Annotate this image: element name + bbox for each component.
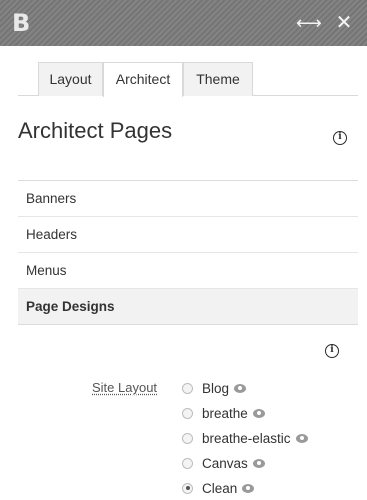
- tab-theme[interactable]: Theme: [183, 62, 253, 96]
- info-icon[interactable]: i: [333, 131, 347, 145]
- menu-item-banners[interactable]: Banners: [18, 181, 358, 217]
- menu-item-headers[interactable]: Headers: [18, 217, 358, 253]
- info-icon[interactable]: i: [325, 344, 339, 358]
- site-layout-label: Site Layout: [92, 380, 158, 395]
- eye-icon[interactable]: [295, 433, 308, 443]
- architect-menu: Banners Headers Menus Page Designs: [18, 180, 358, 325]
- logo-icon: B: [12, 9, 31, 37]
- option-label: Blog: [202, 380, 230, 396]
- radio-button[interactable]: [182, 457, 193, 469]
- option-label: breathe-elastic: [202, 430, 291, 446]
- tab-bar: Layout Architect Theme: [18, 62, 358, 97]
- tab-layout[interactable]: Layout: [38, 62, 103, 96]
- option-breathe-elastic[interactable]: breathe-elastic: [182, 428, 362, 448]
- eye-icon[interactable]: [252, 458, 265, 468]
- radio-button[interactable]: [182, 382, 193, 394]
- eye-icon[interactable]: [242, 483, 255, 493]
- eye-icon[interactable]: [234, 383, 247, 393]
- page-title: Architect Pages: [18, 118, 173, 143]
- menu-item-menus[interactable]: Menus: [18, 253, 358, 289]
- option-label: breathe: [202, 405, 248, 421]
- radio-button-selected[interactable]: [182, 482, 193, 494]
- option-canvas[interactable]: Canvas: [182, 453, 362, 473]
- option-label: Clean: [202, 480, 238, 496]
- eye-icon[interactable]: [252, 408, 265, 418]
- radio-button[interactable]: [182, 407, 193, 419]
- close-icon[interactable]: ✕: [333, 12, 355, 34]
- option-blog[interactable]: Blog: [182, 378, 362, 398]
- tab-architect[interactable]: Architect: [103, 62, 183, 97]
- expand-icon[interactable]: ⟷: [296, 12, 322, 34]
- option-clean[interactable]: Clean: [182, 478, 362, 498]
- option-label: Canvas: [202, 455, 248, 471]
- top-bar: B ⟷ ✕: [0, 0, 367, 46]
- radio-button[interactable]: [182, 432, 193, 444]
- option-breathe[interactable]: breathe: [182, 403, 362, 423]
- menu-item-page-designs[interactable]: Page Designs: [18, 289, 358, 325]
